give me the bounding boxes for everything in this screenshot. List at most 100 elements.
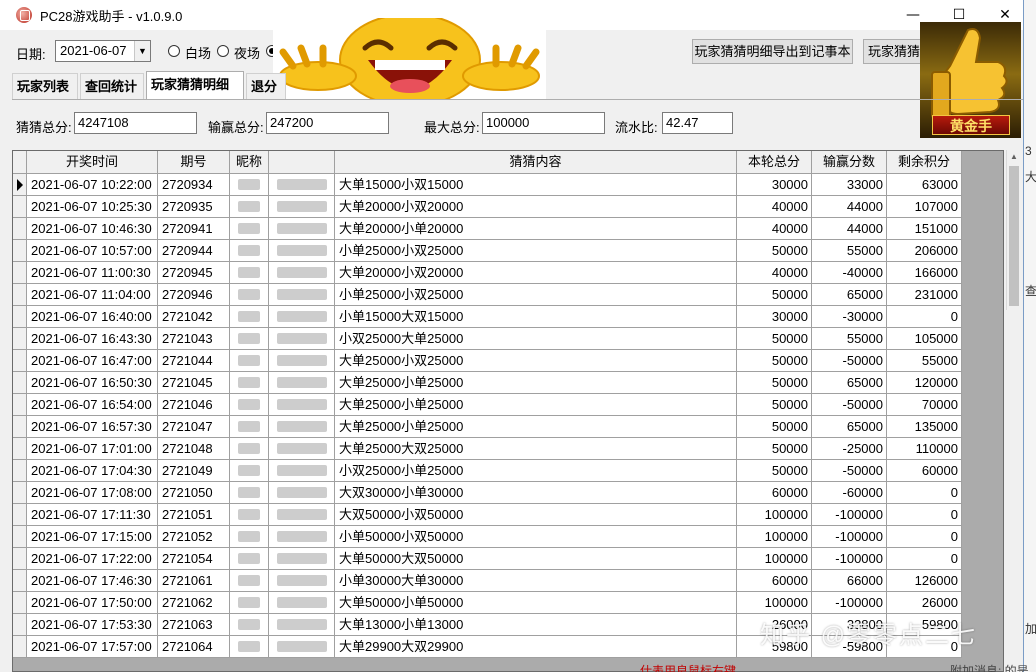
cell-winloss[interactable]: 55000 — [812, 240, 887, 262]
cell-guess-content[interactable]: 大单25000小单25000 — [335, 372, 737, 394]
row-selector[interactable] — [13, 350, 27, 372]
guess-total-field[interactable]: 4247108 — [74, 112, 197, 134]
cell-remaining[interactable]: 0 — [887, 548, 962, 570]
cell-account-blurred[interactable] — [269, 372, 335, 394]
cell-round-total[interactable]: 100000 — [737, 548, 812, 570]
cell-issue-no[interactable]: 2721052 — [158, 526, 230, 548]
cell-nickname-blurred[interactable] — [230, 416, 269, 438]
cell-account-blurred[interactable] — [269, 548, 335, 570]
cell-guess-content[interactable]: 大双50000小双50000 — [335, 504, 737, 526]
cell-nickname-blurred[interactable] — [230, 504, 269, 526]
cell-round-total[interactable]: 60000 — [737, 570, 812, 592]
cell-guess-content[interactable]: 大单25000小双25000 — [335, 350, 737, 372]
max-total-field[interactable]: 100000 — [482, 112, 605, 134]
col-nickname[interactable]: 昵称 — [230, 151, 269, 174]
cell-winloss[interactable]: 65000 — [812, 372, 887, 394]
cell-draw-time[interactable]: 2021-06-07 17:50:00 — [27, 592, 158, 614]
cell-issue-no[interactable]: 2721042 — [158, 306, 230, 328]
row-selector[interactable] — [13, 174, 27, 196]
cell-account-blurred[interactable] — [269, 350, 335, 372]
cell-account-blurred[interactable] — [269, 306, 335, 328]
cell-draw-time[interactable]: 2021-06-07 11:04:00 — [27, 284, 158, 306]
row-selector[interactable] — [13, 240, 27, 262]
scroll-up-icon[interactable]: ▲ — [1007, 150, 1021, 164]
row-selector[interactable] — [13, 592, 27, 614]
export-guess-detail-button[interactable]: 玩家猜猜明细导出到记事本 — [692, 39, 853, 64]
cell-draw-time[interactable]: 2021-06-07 16:54:00 — [27, 394, 158, 416]
row-selector[interactable] — [13, 636, 27, 658]
row-selector[interactable] — [13, 306, 27, 328]
cell-remaining[interactable]: 63000 — [887, 174, 962, 196]
cell-winloss[interactable]: 33000 — [812, 174, 887, 196]
tab-check-stats[interactable]: 查回统计 — [80, 73, 144, 99]
cell-remaining[interactable]: 107000 — [887, 196, 962, 218]
cell-draw-time[interactable]: 2021-06-07 10:22:00 — [27, 174, 158, 196]
cell-draw-time[interactable]: 2021-06-07 17:22:00 — [27, 548, 158, 570]
cell-round-total[interactable]: 50000 — [737, 372, 812, 394]
cell-remaining[interactable]: 231000 — [887, 284, 962, 306]
row-selector[interactable] — [13, 548, 27, 570]
cell-guess-content[interactable]: 小单25000小双25000 — [335, 284, 737, 306]
cell-nickname-blurred[interactable] — [230, 328, 269, 350]
cell-account-blurred[interactable] — [269, 174, 335, 196]
row-selector[interactable] — [13, 218, 27, 240]
cell-draw-time[interactable]: 2021-06-07 17:04:30 — [27, 460, 158, 482]
cell-round-total[interactable]: 100000 — [737, 592, 812, 614]
cell-issue-no[interactable]: 2721049 — [158, 460, 230, 482]
row-selector[interactable] — [13, 394, 27, 416]
cell-nickname-blurred[interactable] — [230, 262, 269, 284]
cell-issue-no[interactable]: 2721045 — [158, 372, 230, 394]
table-row[interactable]: 2021-06-07 17:15:00 2721052 小单50000小双50000… — [13, 526, 962, 548]
cell-remaining[interactable]: 166000 — [887, 262, 962, 284]
cell-winloss[interactable]: -40000 — [812, 262, 887, 284]
table-row[interactable]: 2021-06-07 17:50:00 2721062 大单50000小单50000… — [13, 592, 962, 614]
cell-account-blurred[interactable] — [269, 438, 335, 460]
cell-issue-no[interactable]: 2721062 — [158, 592, 230, 614]
cell-guess-content[interactable]: 大单20000小单20000 — [335, 218, 737, 240]
cell-winloss[interactable]: -50000 — [812, 350, 887, 372]
cell-winloss[interactable]: -100000 — [812, 548, 887, 570]
cell-round-total[interactable]: 50000 — [737, 240, 812, 262]
table-row[interactable]: 2021-06-07 17:01:00 2721048 大单25000大双25000… — [13, 438, 962, 460]
radio-night[interactable] — [217, 45, 229, 57]
cell-account-blurred[interactable] — [269, 636, 335, 658]
table-row[interactable]: 2021-06-07 16:47:00 2721044 大单25000小双25000… — [13, 350, 962, 372]
vertical-scrollbar[interactable]: ▲ — [1006, 150, 1020, 310]
cell-round-total[interactable]: 40000 — [737, 262, 812, 284]
cell-round-total[interactable]: 30000 — [737, 174, 812, 196]
cell-issue-no[interactable]: 2721051 — [158, 504, 230, 526]
cell-guess-content[interactable]: 大双30000小单30000 — [335, 482, 737, 504]
cell-account-blurred[interactable] — [269, 592, 335, 614]
cell-round-total[interactable]: 60000 — [737, 482, 812, 504]
row-selector[interactable] — [13, 262, 27, 284]
cell-draw-time[interactable]: 2021-06-07 17:15:00 — [27, 526, 158, 548]
radio-night-label[interactable]: 夜场 — [234, 43, 260, 62]
col-round-total[interactable]: 本轮总分 — [737, 151, 812, 174]
cell-draw-time[interactable]: 2021-06-07 16:43:30 — [27, 328, 158, 350]
row-selector[interactable] — [13, 526, 27, 548]
cell-draw-time[interactable]: 2021-06-07 17:11:30 — [27, 504, 158, 526]
col-winloss[interactable]: 输赢分数 — [812, 151, 887, 174]
cell-account-blurred[interactable] — [269, 196, 335, 218]
col-guess-content[interactable]: 猜猜内容 — [335, 151, 737, 174]
cell-nickname-blurred[interactable] — [230, 240, 269, 262]
cell-issue-no[interactable]: 2721054 — [158, 548, 230, 570]
cell-guess-content[interactable]: 大单13000小单13000 — [335, 614, 737, 636]
table-row[interactable]: 2021-06-07 16:57:30 2721047 大单25000小单25000… — [13, 416, 962, 438]
cell-issue-no[interactable]: 2721050 — [158, 482, 230, 504]
cell-guess-content[interactable]: 大单25000小单25000 — [335, 394, 737, 416]
row-selector[interactable] — [13, 416, 27, 438]
cell-nickname-blurred[interactable] — [230, 614, 269, 636]
cell-issue-no[interactable]: 2721047 — [158, 416, 230, 438]
cell-remaining[interactable]: 0 — [887, 526, 962, 548]
cell-nickname-blurred[interactable] — [230, 372, 269, 394]
cell-guess-content[interactable]: 大单50000大双50000 — [335, 548, 737, 570]
cell-issue-no[interactable]: 2720941 — [158, 218, 230, 240]
cell-winloss[interactable]: 66000 — [812, 570, 887, 592]
cell-guess-content[interactable]: 小单25000小双25000 — [335, 240, 737, 262]
cell-issue-no[interactable]: 2721046 — [158, 394, 230, 416]
table-row[interactable]: 2021-06-07 16:40:00 2721042 小单15000大双15000… — [13, 306, 962, 328]
cell-nickname-blurred[interactable] — [230, 482, 269, 504]
cell-remaining[interactable]: 0 — [887, 504, 962, 526]
cell-issue-no[interactable]: 2720944 — [158, 240, 230, 262]
